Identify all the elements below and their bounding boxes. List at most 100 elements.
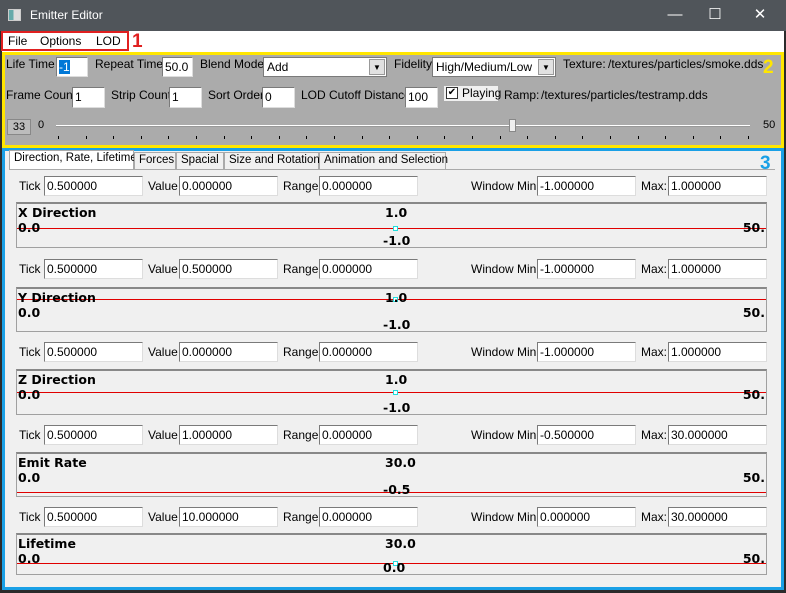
max-label: Max:: [641, 179, 668, 193]
curve-start-time: 0.0: [18, 220, 41, 235]
app-icon: [8, 9, 21, 21]
y-direction-window-max-input[interactable]: 1.000000: [668, 259, 767, 279]
sort-order-input[interactable]: 0: [262, 87, 295, 108]
max-label: Max:: [641, 262, 668, 276]
slider-tick: [140, 136, 142, 139]
x-direction-window-min-input[interactable]: -1.000000: [537, 176, 636, 196]
range-label: Range: [283, 510, 319, 524]
window-min-label: Window Min:: [471, 428, 540, 442]
window-title: Emitter Editor: [30, 8, 103, 22]
slider-tick: [58, 136, 59, 139]
frame-slider-track[interactable]: [56, 125, 750, 127]
curve-end-time: 50.: [742, 470, 765, 485]
tab-direction-rate-lifetime[interactable]: Direction, Rate, Lifetime: [9, 150, 137, 170]
curve-start-time: 0.0: [18, 470, 41, 485]
frame-count-input[interactable]: 1: [72, 87, 105, 108]
x-direction-range-input[interactable]: 0.000000: [319, 176, 418, 196]
y-direction-value-input[interactable]: 0.500000: [179, 259, 278, 279]
tick-label: Tick: [19, 510, 41, 524]
curve-title: Z Direction: [18, 372, 96, 387]
x-direction-curve-graph[interactable]: X Direction 1.0 0.0 50. -1.0: [16, 202, 767, 248]
strip-count-label: Strip Count: [111, 88, 172, 102]
slider-tick: [665, 136, 667, 139]
slider-tick: [113, 136, 115, 139]
slider-tick: [720, 136, 722, 139]
tab-divider: [9, 169, 775, 170]
y-direction-window-min-input[interactable]: -1.000000: [537, 259, 636, 279]
life-time-label: Life Time: [6, 57, 55, 71]
life-time-input[interactable]: -1: [56, 57, 88, 77]
curve-control-point[interactable]: [393, 390, 398, 395]
curve-bottom-value: 0.0: [383, 560, 406, 575]
lifetime-range-input[interactable]: 0.000000: [319, 507, 418, 527]
slider-tick: [554, 136, 556, 139]
frame-number: 33: [7, 119, 31, 135]
curve-top-value: 30.0: [385, 455, 416, 470]
lifetime-window-max-input[interactable]: 30.000000: [668, 507, 767, 527]
z-direction-value-input[interactable]: 0.000000: [179, 342, 278, 362]
slider-tick: [637, 136, 639, 139]
playing-checkbox[interactable]: ✔ Playing: [444, 86, 502, 101]
value-label: Value: [148, 510, 178, 524]
slider-tick: [85, 136, 87, 139]
lod-cutoff-input[interactable]: 100: [405, 87, 438, 108]
curve-start-time: 0.0: [18, 387, 41, 402]
tab-forces[interactable]: Forces: [134, 152, 176, 169]
x-direction-tick-input[interactable]: 0.500000: [44, 176, 143, 196]
slider-tick: [389, 136, 391, 139]
strip-count-input[interactable]: 1: [169, 87, 202, 108]
blend-mode-select[interactable]: Add ▼: [263, 57, 387, 77]
slider-max-label: 50: [763, 119, 776, 131]
max-label: Max:: [641, 345, 668, 359]
emit-rate-curve-graph[interactable]: Emit Rate 30.0 0.0 50. -0.5: [16, 452, 767, 497]
fidelity-label: Fidelity: [394, 57, 433, 71]
y-direction-tick-input[interactable]: 0.500000: [44, 259, 143, 279]
y-direction-range-input[interactable]: 0.000000: [319, 259, 418, 279]
emit-rate-value-input[interactable]: 1.000000: [179, 425, 278, 445]
z-direction-window-max-input[interactable]: 1.000000: [668, 342, 767, 362]
range-label: Range: [283, 179, 319, 193]
playing-label: Playing: [462, 86, 502, 100]
x-direction-value-input[interactable]: 0.000000: [179, 176, 278, 196]
y-direction-curve-graph[interactable]: Y Direction 1.0 0.0 50. -1.0: [16, 287, 767, 332]
minimize-button[interactable]: —: [660, 4, 690, 26]
max-label: Max:: [641, 510, 668, 524]
value-label: Value: [148, 262, 178, 276]
tab-size-rotation[interactable]: Size and Rotation: [224, 152, 320, 169]
slider-tick: [251, 136, 253, 139]
lifetime-window-min-input[interactable]: 0.000000: [537, 507, 636, 527]
tick-label: Tick: [19, 428, 41, 442]
emit-rate-window-min-input[interactable]: -0.500000: [537, 425, 636, 445]
lifetime-curve-graph[interactable]: Lifetime 30.0 0.0 50. 0.0: [16, 533, 767, 575]
z-direction-range-input[interactable]: 0.000000: [319, 342, 418, 362]
slider-tick: [472, 136, 473, 139]
frame-slider-thumb[interactable]: [509, 119, 516, 132]
lifetime-tick-input[interactable]: 0.500000: [44, 507, 143, 527]
annotation-label-1: 1: [132, 31, 143, 52]
curve-control-point[interactable]: [393, 226, 398, 231]
repeat-time-input[interactable]: 50.0: [162, 57, 193, 77]
tab-spacial[interactable]: Spacial: [176, 152, 224, 169]
emit-rate-range-input[interactable]: 0.000000: [319, 425, 418, 445]
curve-end-time: 50.: [742, 387, 765, 402]
slider-tick: [748, 136, 749, 139]
slider-tick: [278, 136, 280, 139]
close-button[interactable]: ✕: [745, 4, 775, 26]
maximize-button[interactable]: ☐: [700, 4, 730, 26]
value-label: Value: [148, 428, 178, 442]
z-direction-tick-input[interactable]: 0.500000: [44, 342, 143, 362]
checkmark-icon: ✔: [446, 87, 458, 99]
z-direction-window-min-input[interactable]: -1.000000: [537, 342, 636, 362]
lifetime-value-input[interactable]: 10.000000: [179, 507, 278, 527]
curve-line: [17, 228, 766, 229]
emit-rate-window-max-input[interactable]: 30.000000: [668, 425, 767, 445]
x-direction-window-max-input[interactable]: 1.000000: [668, 176, 767, 196]
slider-min-label: 0: [38, 119, 45, 131]
tab-animation-selection[interactable]: Animation and Selection: [319, 152, 448, 169]
curve-bottom-value: -0.5: [383, 482, 411, 497]
emit-rate-tick-input[interactable]: 0.500000: [44, 425, 143, 445]
z-direction-curve-graph[interactable]: Z Direction 1.0 0.0 50. -1.0: [16, 369, 767, 415]
curve-title: Lifetime: [18, 536, 76, 551]
max-label: Max:: [641, 428, 668, 442]
fidelity-select[interactable]: High/Medium/Low ▼: [432, 57, 556, 77]
